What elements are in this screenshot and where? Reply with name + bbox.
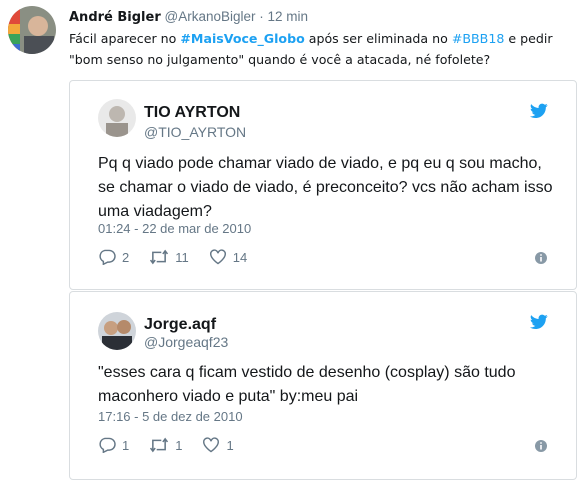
embed-timestamp[interactable]: 01:24 - 22 de mar de 2010 <box>98 221 251 236</box>
twitter-bird-icon[interactable] <box>530 314 548 330</box>
author-avatar[interactable] <box>8 6 56 54</box>
embed-author-handle[interactable]: @TIO_AYRTON <box>144 124 246 140</box>
embed-text: "esses cara q ficam vestido de desenho (… <box>98 364 516 405</box>
reply-icon <box>99 437 116 453</box>
retweet-icon <box>150 249 169 265</box>
like-count: 1 <box>226 437 234 453</box>
retweet-action[interactable]: 1 <box>149 437 182 453</box>
tweet-header: André Bigler @ArkanoBigler · 12 min <box>69 9 308 25</box>
tweet-text: Fácil aparecer no #MaisVoce_Globo após s… <box>69 28 574 70</box>
like-icon <box>203 437 220 453</box>
embed-timestamp[interactable]: 17:16 - 5 de dez de 2010 <box>98 409 243 424</box>
twitter-bird-icon[interactable] <box>530 103 548 119</box>
quoted-tweet-card[interactable]: TIO AYRTON @TIO_AYRTON Pq q viado pode c… <box>69 80 577 290</box>
retweet-count: 11 <box>175 249 189 265</box>
embed-avatar[interactable] <box>98 99 136 137</box>
author-name[interactable]: André Bigler <box>69 10 161 25</box>
hashtag-maisvoce-globo[interactable]: #MaisVoce_Globo <box>180 31 304 46</box>
tweet-text-part: Fácil aparecer no <box>69 31 181 46</box>
tweet-text-part: após ser eliminada no <box>304 31 452 46</box>
info-icon[interactable] <box>534 439 548 453</box>
reply-count: 2 <box>122 249 130 265</box>
like-action[interactable]: 1 <box>202 437 234 453</box>
like-action[interactable]: 14 <box>209 249 247 265</box>
embed-actions: 1 1 1 <box>98 437 254 453</box>
embed-author-name[interactable]: TIO AYRTON <box>144 104 240 122</box>
reply-action[interactable]: 1 <box>98 437 129 453</box>
reply-action[interactable]: 2 <box>98 249 129 265</box>
retweet-icon <box>150 437 169 453</box>
like-icon <box>209 249 226 265</box>
author-handle[interactable]: @ArkanoBigler <box>165 9 256 24</box>
embed-author-name[interactable]: Jorge.aqf <box>144 316 216 334</box>
tweet-time[interactable]: 12 min <box>268 9 309 24</box>
quoted-tweet-card[interactable]: Jorge.aqf @Jorgeaqf23 "esses cara q fica… <box>69 291 577 480</box>
embed-author-handle[interactable]: @Jorgeaqf23 <box>144 334 228 350</box>
like-count: 14 <box>232 249 248 265</box>
hashtag-bbb18[interactable]: #BBB18 <box>452 31 505 46</box>
header-separator: · <box>259 9 264 24</box>
retweet-action[interactable]: 11 <box>149 249 189 265</box>
info-icon[interactable] <box>534 251 548 265</box>
embed-text: Pq q viado pode chamar viado de viado, e… <box>98 155 553 220</box>
reply-icon <box>99 249 116 265</box>
embed-actions: 2 11 14 <box>98 249 267 265</box>
reply-count: 1 <box>122 437 130 453</box>
retweet-count: 1 <box>175 437 183 453</box>
embed-avatar[interactable] <box>98 312 136 350</box>
